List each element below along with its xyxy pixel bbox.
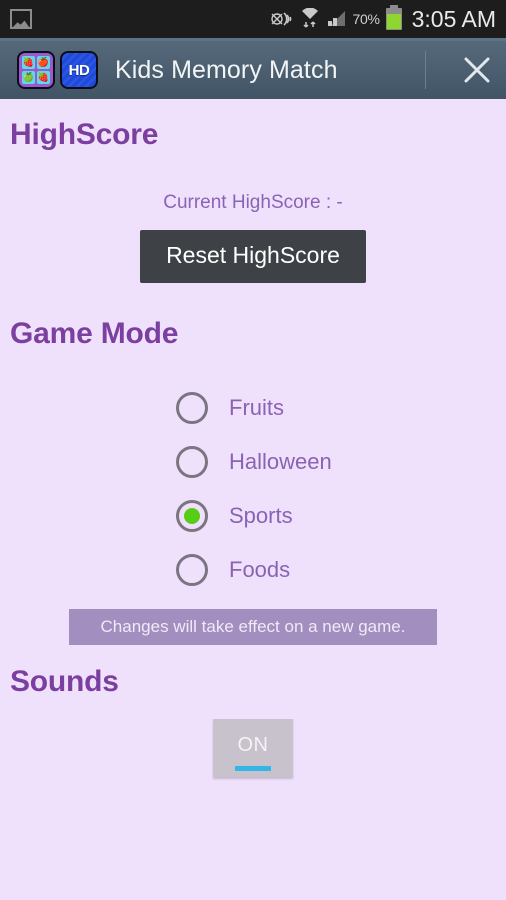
game-mode-label-halloween: Halloween: [229, 449, 332, 474]
game-mode-label-sports: Sports: [229, 503, 293, 528]
game-mode-notice-text: Changes will take effect on a new game.: [100, 617, 406, 636]
location-icon: [271, 12, 292, 26]
app-grid-icon: 🍓 🍎 🍏 🍓: [17, 51, 55, 89]
game-mode-option-sports[interactable]: Sports: [176, 489, 506, 543]
status-bar: 70% 3:05 AM: [0, 0, 506, 38]
app-screen: 70% 3:05 AM 🍓🍎🍏🍓 HD Kids Memory Match: [0, 0, 506, 900]
game-mode-label-fruits: Fruits: [229, 395, 284, 420]
battery-icon: [385, 5, 402, 30]
game-mode-option-fruits[interactable]: Fruits: [176, 381, 506, 435]
sound-toggle-row: ON: [0, 719, 506, 777]
status-bar-left: [10, 9, 32, 29]
reset-button-row: Reset HighScore: [0, 230, 506, 283]
settings-content: HighScore Current HighScore : - Reset Hi…: [0, 99, 506, 900]
close-button[interactable]: [448, 41, 506, 99]
radio-icon-sports[interactable]: [176, 500, 208, 532]
app-title-bar: 🍓 🍎 🍏 🍓 HD Kids Memory Match: [0, 41, 506, 99]
reset-highscore-button[interactable]: Reset HighScore: [140, 230, 366, 283]
game-mode-radio-group: Fruits Halloween Sports Foods: [0, 381, 506, 597]
wifi-icon: [302, 8, 319, 28]
status-bar-right: 70% 3:05 AM: [268, 5, 496, 33]
app-title: Kids Memory Match: [115, 55, 338, 84]
close-x-icon: [464, 57, 490, 83]
sound-toggle-button[interactable]: ON: [213, 719, 293, 777]
title-bar-separator: [425, 51, 426, 89]
cellular-signal-icon: [328, 11, 346, 26]
sound-toggle-label: ON: [237, 733, 269, 756]
image-icon: [10, 9, 32, 29]
sound-toggle-indicator: [235, 766, 271, 771]
game-mode-heading: Game Mode: [10, 317, 179, 350]
radio-icon-fruits[interactable]: [176, 392, 208, 424]
game-mode-option-halloween[interactable]: Halloween: [176, 435, 506, 489]
game-mode-option-foods[interactable]: Foods: [176, 543, 506, 597]
sounds-heading: Sounds: [10, 665, 119, 698]
hd-badge-icon: HD: [60, 51, 98, 89]
title-bar-actions: [425, 41, 506, 99]
game-mode-label-foods: Foods: [229, 557, 291, 582]
radio-icon-halloween[interactable]: [176, 446, 208, 478]
radio-icon-foods[interactable]: [176, 554, 208, 586]
battery-percent: 70%: [352, 11, 380, 27]
clock: 3:05 AM: [411, 5, 496, 32]
hd-badge-label: HD: [68, 61, 90, 79]
current-highscore-label: Current HighScore : -: [163, 192, 343, 213]
app-icon-group: 🍓 🍎 🍏 🍓 HD: [17, 51, 98, 89]
game-mode-notice: Changes will take effect on a new game.: [69, 609, 437, 645]
highscore-heading: HighScore: [10, 118, 159, 151]
